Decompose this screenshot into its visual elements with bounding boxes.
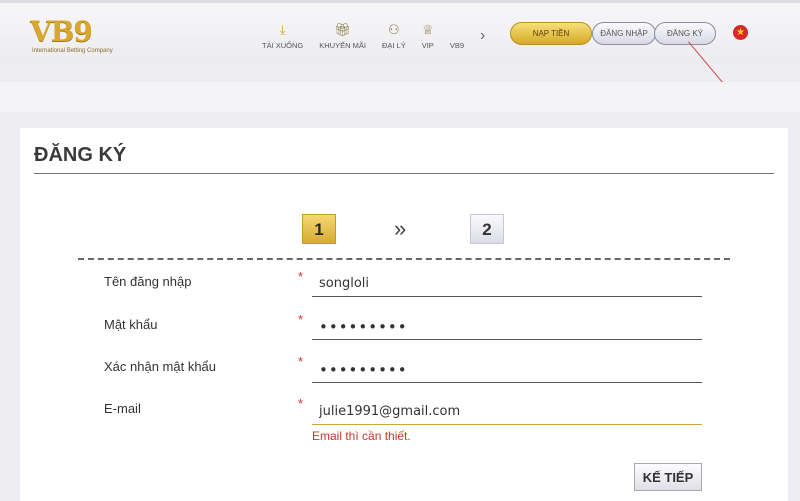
dashed-divider bbox=[78, 258, 730, 260]
step-2-indicator: 2 bbox=[470, 214, 504, 244]
deposit-button[interactable]: NẠP TIỀN bbox=[510, 22, 592, 45]
confirm-password-input[interactable] bbox=[312, 357, 702, 383]
vb9-nav-icon bbox=[455, 21, 459, 38]
nav-label-download: TẢI XUỐNG bbox=[262, 41, 304, 50]
title-divider bbox=[34, 173, 774, 174]
main-nav: ⤓ TẢI XUỐNG 🎁︎ KHUYẾN MÃI ⚇ ĐẠI LÝ ♕ VIP… bbox=[262, 21, 480, 50]
nav-item-vb9[interactable]: VB9 bbox=[450, 21, 464, 50]
step-separator-icon: » bbox=[394, 216, 407, 241]
confirm-password-label: Xác nhận mật khẩu bbox=[104, 359, 217, 374]
username-required-mark: * bbox=[298, 269, 304, 284]
logo-text: VB9 bbox=[30, 15, 93, 48]
vietnam-flag-icon[interactable]: ★ bbox=[733, 25, 748, 40]
password-input[interactable] bbox=[312, 314, 702, 340]
download-icon: ⤓ bbox=[279, 22, 286, 37]
nav-item-promotions[interactable]: 🎁︎ KHUYẾN MÃI bbox=[319, 21, 366, 50]
login-button[interactable]: ĐĂNG NHẬP bbox=[592, 22, 656, 45]
nav-item-download[interactable]: ⤓ TẢI XUỐNG bbox=[262, 21, 303, 50]
register-button[interactable]: ĐĂNG KÝ bbox=[654, 22, 716, 45]
nav-label-promotions: KHUYẾN MÃI bbox=[319, 41, 366, 50]
nav-item-vip[interactable]: ♕ VIP bbox=[422, 21, 434, 50]
step-1-indicator: 1 bbox=[302, 214, 336, 244]
header-band bbox=[0, 82, 800, 112]
page-title: ĐĂNG KÝ bbox=[34, 144, 127, 166]
email-input[interactable] bbox=[312, 399, 702, 425]
logo-subtitle: International Betting Company bbox=[32, 48, 113, 54]
nav-label-vb9: VB9 bbox=[449, 41, 464, 50]
confirm-password-required-mark: * bbox=[298, 354, 304, 369]
password-required-mark: * bbox=[298, 312, 304, 327]
username-label: Tên đăng nhập bbox=[104, 274, 192, 289]
nav-label-agent: ĐẠI LÝ bbox=[381, 41, 406, 50]
gift-icon: 🎁︎ bbox=[334, 22, 351, 37]
vb9-logo[interactable]: VB9 International Betting Company bbox=[30, 15, 130, 55]
email-required-mark: * bbox=[298, 396, 304, 411]
agent-icon: ⚇ bbox=[388, 22, 400, 37]
registration-panel: ĐĂNG KÝ 1 » 2 Tên đăng nhập * Mật khẩu *… bbox=[20, 128, 788, 501]
nav-next-arrow-icon[interactable]: › bbox=[480, 27, 485, 45]
password-label: Mật khẩu bbox=[104, 317, 158, 332]
username-input[interactable] bbox=[312, 271, 702, 297]
nav-item-agent[interactable]: ⚇ ĐẠI LÝ bbox=[382, 21, 406, 50]
nav-label-vip: VIP bbox=[421, 41, 434, 50]
next-button[interactable]: KẾ TIẾP bbox=[634, 463, 702, 491]
vip-basket-icon: ♕ bbox=[421, 22, 434, 37]
top-header: VB9 International Betting Company ⤓ TẢI … bbox=[0, 0, 800, 64]
email-label: E-mail bbox=[104, 401, 141, 416]
email-error-message: Email thì cần thiết. bbox=[312, 429, 411, 443]
